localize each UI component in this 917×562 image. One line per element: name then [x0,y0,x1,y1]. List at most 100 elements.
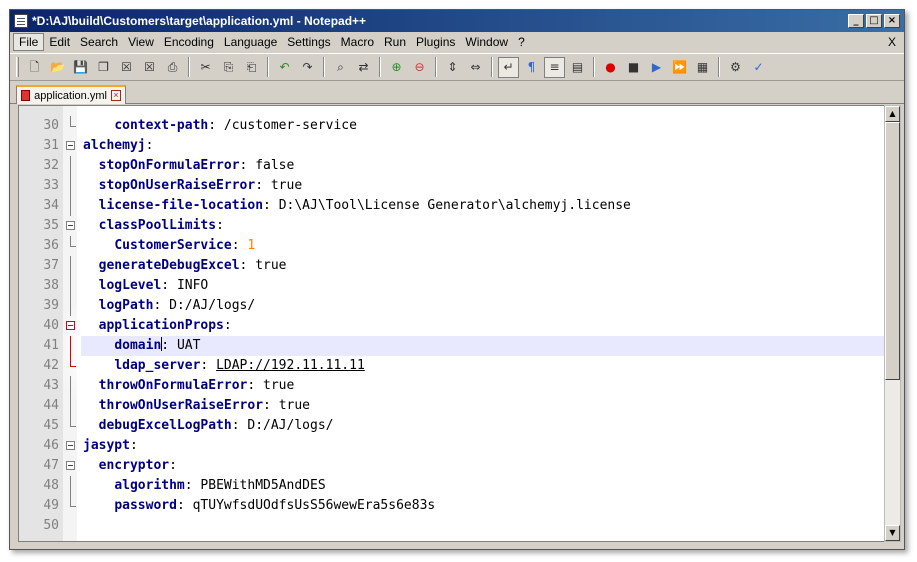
save-icon[interactable]: 💾 [70,57,91,78]
code-text[interactable] [81,516,891,536]
code-text[interactable]: password: qTUYwfsdUOdfsUsS56wewEra5s6e83… [81,496,891,516]
show-all-chars-icon[interactable]: ¶ [521,57,542,78]
save-all-icon[interactable]: ❐ [93,57,114,78]
tab-application-yml[interactable]: application.yml × [16,85,126,104]
code-line[interactable]: 33 stopOnUserRaiseError: true [19,176,891,196]
code-line[interactable]: 36 CustomerService: 1 [19,236,891,256]
open-file-icon[interactable]: 📂 [47,57,68,78]
code-text[interactable]: domain: UAT [81,336,891,356]
code-line[interactable]: 46 jasypt: [19,436,891,456]
code-text[interactable]: algorithm: PBEWithMD5AndDES [81,476,891,496]
code-line[interactable]: 43 throwOnFormulaError: true [19,376,891,396]
title-bar[interactable]: *D:\AJ\build\Customers\target\applicatio… [10,10,904,32]
zoom-in-icon[interactable]: ⊕ [386,57,407,78]
new-file-icon[interactable]: 🗋 [24,57,45,78]
yaml-value-link[interactable]: LDAP://192.11.11.11 [216,358,365,373]
code-line[interactable]: 44 throwOnUserRaiseError: true [19,396,891,416]
code-line[interactable]: 47 encryptor: [19,456,891,476]
close-all-icon[interactable]: ☒ [139,57,160,78]
code-text[interactable]: generateDebugExcel: true [81,256,891,276]
code-line[interactable]: 39 logPath: D:/AJ/logs/ [19,296,891,316]
zoom-out-icon[interactable]: ⊖ [409,57,430,78]
menu-macro[interactable]: Macro [336,34,379,50]
code-line[interactable]: 35 classPoolLimits: [19,216,891,236]
code-line[interactable]: 34 license-file-location: D:\AJ\Tool\Lic… [19,196,891,216]
stop-macro-icon[interactable]: ■ [623,57,644,78]
menu-help[interactable]: ? [513,34,530,50]
replace-icon[interactable]: ⇄ [353,57,374,78]
code-text[interactable]: license-file-location: D:\AJ\Tool\Licens… [81,196,891,216]
save-macro-icon[interactable]: ▦ [692,57,713,78]
code-line[interactable]: 32 stopOnFormulaError: false [19,156,891,176]
find-icon[interactable]: ⌕ [330,57,351,78]
cut-icon[interactable]: ✂ [195,57,216,78]
close-button[interactable]: × [884,14,900,28]
menu-view[interactable]: View [123,34,159,50]
menu-plugins[interactable]: Plugins [411,34,460,50]
print-icon[interactable]: ⎙ [162,57,183,78]
copy-icon[interactable]: ⎘ [218,57,239,78]
code-text[interactable]: classPoolLimits: [81,216,891,236]
menu-file[interactable]: File [13,33,45,51]
code-line[interactable]: 42 ldap_server: LDAP://192.11.11.11 [19,356,891,376]
menu-run[interactable]: Run [379,34,411,50]
menu-language[interactable]: Language [219,34,282,50]
scroll-down-button[interactable]: ▼ [885,525,900,541]
code-text[interactable]: stopOnUserRaiseError: true [81,176,891,196]
code-text[interactable]: stopOnFormulaError: false [81,156,891,176]
spellcheck-icon[interactable]: ✓ [748,57,769,78]
code-line[interactable]: 37 generateDebugExcel: true [19,256,891,276]
code-line[interactable]: 50 [19,516,891,536]
menu-window[interactable]: Window [460,34,513,50]
sync-horizontal-icon[interactable]: ⇔ [465,57,486,78]
paste-icon[interactable]: ⎗ [241,57,262,78]
menu-edit[interactable]: Edit [44,34,75,50]
code-line[interactable]: 48 algorithm: PBEWithMD5AndDES [19,476,891,496]
vertical-scrollbar[interactable]: ▲ ▼ [884,105,901,542]
fold-toggle-icon[interactable] [66,141,75,150]
run-macro-multiple-icon[interactable]: ⏩ [669,57,690,78]
fold-toggle-icon[interactable] [66,221,75,230]
code-text[interactable]: alchemyj: [81,136,891,156]
code-text[interactable]: logPath: D:/AJ/logs/ [81,296,891,316]
close-icon[interactable]: ☒ [116,57,137,78]
toolbar-grip[interactable] [16,57,19,77]
sync-vertical-icon[interactable]: ⇕ [442,57,463,78]
play-macro-icon[interactable]: ▶ [646,57,667,78]
code-text[interactable]: debugExcelLogPath: D:/AJ/logs/ [81,416,891,436]
code-line[interactable]: 40 applicationProps: [19,316,891,336]
code-text[interactable]: context-path: /customer-service [81,116,891,136]
scroll-thumb[interactable] [885,122,900,380]
plugin-icon[interactable]: ⚙ [725,57,746,78]
code-text[interactable]: jasypt: [81,436,891,456]
code-line[interactable]: 45 debugExcelLogPath: D:/AJ/logs/ [19,416,891,436]
code-text[interactable]: ldap_server: LDAP://192.11.11.11 [81,356,891,376]
indent-guide-icon[interactable]: ≡ [544,56,565,78]
redo-icon[interactable]: ↷ [297,57,318,78]
scroll-up-button[interactable]: ▲ [885,106,900,122]
editor-area[interactable]: 30 context-path: /customer-service 31 alch… [18,105,892,542]
fold-toggle-icon[interactable] [66,461,75,470]
undo-icon[interactable]: ↶ [274,57,295,78]
code-line[interactable]: 49 password: qTUYwfsdUOdfsUsS56wewEra5s6… [19,496,891,516]
code-line[interactable]: 30 context-path: /customer-service [19,116,891,136]
doc-map-icon[interactable]: ▤ [567,57,588,78]
fold-toggle-icon[interactable] [66,321,75,330]
menu-settings[interactable]: Settings [282,34,335,50]
notepad-app-icon[interactable] [14,14,28,28]
close-document-button[interactable]: X [888,35,896,49]
fold-toggle-icon[interactable] [66,441,75,450]
code-line[interactable]: 31 alchemyj: [19,136,891,156]
code-text[interactable]: encryptor: [81,456,891,476]
tab-close-icon[interactable]: × [110,90,121,101]
code-text[interactable]: throwOnUserRaiseError: true [81,396,891,416]
maximize-button[interactable]: □ [866,14,882,28]
record-macro-icon[interactable]: ● [600,57,621,78]
code-line[interactable]: 41 domain: UAT [19,336,891,356]
code-text[interactable]: CustomerService: 1 [81,236,891,256]
code-text[interactable]: throwOnFormulaError: true [81,376,891,396]
menu-encoding[interactable]: Encoding [159,34,219,50]
minimize-button[interactable]: _ [848,14,864,28]
code-text[interactable]: applicationProps: [81,316,891,336]
menu-search[interactable]: Search [75,34,123,50]
